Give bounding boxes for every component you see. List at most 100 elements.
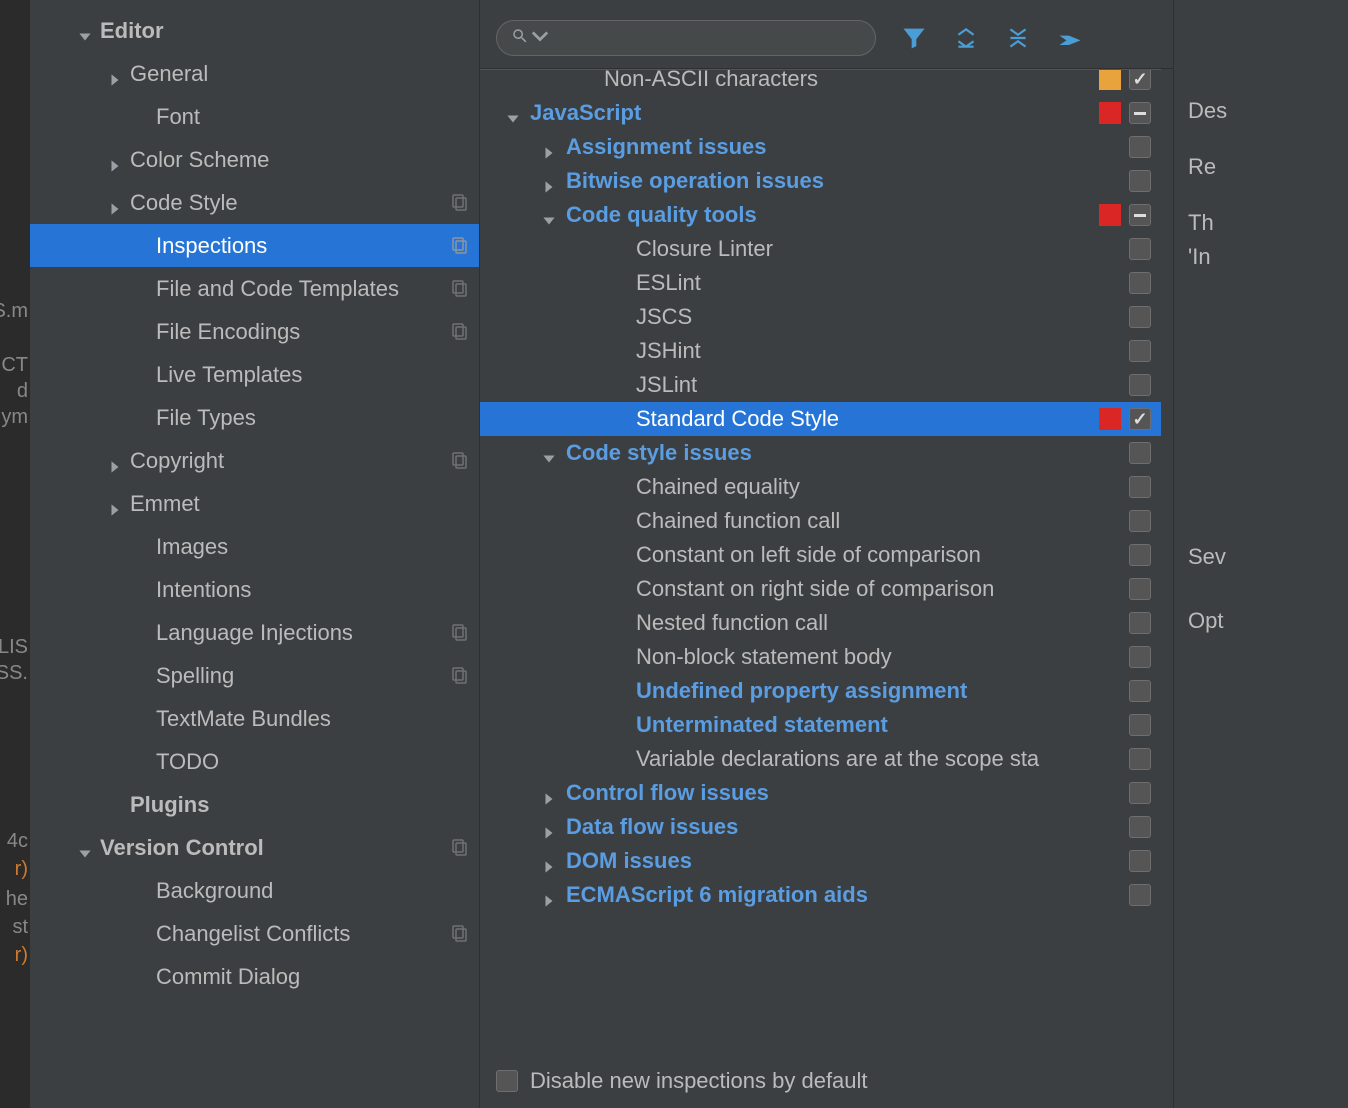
inspection-ecmascript-6-migration-aids[interactable]: ECMAScript 6 migration aids bbox=[480, 878, 1161, 912]
inspection-checkbox[interactable] bbox=[1129, 442, 1151, 464]
right-arrow-icon bbox=[542, 820, 556, 834]
inspection-variable-declarations-are-at-the-scope-sta[interactable]: Variable declarations are at the scope s… bbox=[480, 742, 1161, 776]
inspection-undefined-property-assignment[interactable]: Undefined property assignment bbox=[480, 674, 1161, 708]
inspection-checkbox[interactable] bbox=[1129, 714, 1151, 736]
inspection-javascript[interactable]: JavaScript bbox=[480, 96, 1161, 130]
inspection-checkbox[interactable] bbox=[1129, 408, 1151, 430]
inspection-nested-function-call[interactable]: Nested function call bbox=[480, 606, 1161, 640]
inspection-checkbox[interactable] bbox=[1129, 170, 1151, 192]
inspection-assignment-issues[interactable]: Assignment issues bbox=[480, 130, 1161, 164]
inspection-checkbox[interactable] bbox=[1129, 374, 1151, 396]
inspection-dom-issues[interactable]: DOM issues bbox=[480, 844, 1161, 878]
sidebar-item-label: Background bbox=[156, 878, 469, 904]
chevron-down-icon bbox=[531, 25, 549, 51]
sidebar-item-keymap[interactable]: Keymap bbox=[30, 0, 479, 9]
sidebar-item-file-types[interactable]: File Types bbox=[30, 396, 479, 439]
inspection-jshint[interactable]: JSHint bbox=[480, 334, 1161, 368]
inspection-jslint[interactable]: JSLint bbox=[480, 368, 1161, 402]
inspection-non-ascii-characters[interactable]: Non-ASCII characters bbox=[480, 69, 1161, 96]
sidebar-item-language-injections[interactable]: Language Injections bbox=[30, 611, 479, 654]
inspection-checkbox[interactable] bbox=[1129, 680, 1151, 702]
right-arrow-icon bbox=[542, 140, 556, 154]
copy-icon bbox=[449, 623, 469, 643]
collapse-all-icon[interactable] bbox=[1004, 24, 1032, 52]
inspection-eslint[interactable]: ESLint bbox=[480, 266, 1161, 300]
sidebar-item-file-encodings[interactable]: File Encodings bbox=[30, 310, 479, 353]
expand-all-icon[interactable] bbox=[952, 24, 980, 52]
inspection-code-style-issues[interactable]: Code style issues bbox=[480, 436, 1161, 470]
disable-new-checkbox[interactable] bbox=[496, 1070, 518, 1092]
inspection-bitwise-operation-issues[interactable]: Bitwise operation issues bbox=[480, 164, 1161, 198]
inspection-checkbox[interactable] bbox=[1129, 204, 1151, 226]
sidebar-item-label: File Encodings bbox=[156, 319, 449, 345]
sidebar-item-background[interactable]: Background bbox=[30, 869, 479, 912]
inspection-checkbox[interactable] bbox=[1129, 782, 1151, 804]
inspection-checkbox[interactable] bbox=[1129, 884, 1151, 906]
inspection-constant-on-left-side-of-comparison[interactable]: Constant on left side of comparison bbox=[480, 538, 1161, 572]
inspection-checkbox[interactable] bbox=[1129, 238, 1151, 260]
sidebar-item-general[interactable]: General bbox=[30, 52, 479, 95]
inspection-chained-function-call[interactable]: Chained function call bbox=[480, 504, 1161, 538]
sidebar-item-label: Inspections bbox=[156, 233, 449, 259]
inspection-checkbox[interactable] bbox=[1129, 136, 1151, 158]
inspection-control-flow-issues[interactable]: Control flow issues bbox=[480, 776, 1161, 810]
inspection-unterminated-statement[interactable]: Unterminated statement bbox=[480, 708, 1161, 742]
inspection-checkbox[interactable] bbox=[1129, 69, 1151, 90]
inspection-label: Data flow issues bbox=[566, 814, 1129, 840]
sidebar-item-images[interactable]: Images bbox=[30, 525, 479, 568]
inspection-label: Chained function call bbox=[636, 508, 1129, 534]
filter-icon[interactable] bbox=[900, 24, 928, 52]
inspection-checkbox[interactable] bbox=[1129, 748, 1151, 770]
sidebar-item-label: File Types bbox=[156, 405, 469, 431]
sidebar-item-changelist-conflicts[interactable]: Changelist Conflicts bbox=[30, 912, 479, 955]
inspection-label: Standard Code Style bbox=[636, 406, 1099, 432]
sidebar-item-file-and-code-templates[interactable]: File and Code Templates bbox=[30, 267, 479, 310]
sidebar-item-color-scheme[interactable]: Color Scheme bbox=[30, 138, 479, 181]
inspection-jscs[interactable]: JSCS bbox=[480, 300, 1161, 334]
inspection-constant-on-right-side-of-comparison[interactable]: Constant on right side of comparison bbox=[480, 572, 1161, 606]
sidebar-item-todo[interactable]: TODO bbox=[30, 740, 479, 783]
inspection-data-flow-issues[interactable]: Data flow issues bbox=[480, 810, 1161, 844]
sidebar-item-plugins[interactable]: Plugins bbox=[30, 783, 479, 826]
inspection-checkbox[interactable] bbox=[1129, 102, 1151, 124]
inspection-closure-linter[interactable]: Closure Linter bbox=[480, 232, 1161, 266]
description-text: Sev bbox=[1188, 544, 1226, 570]
inspection-checkbox[interactable] bbox=[1129, 510, 1151, 532]
inspection-label: Nested function call bbox=[636, 610, 1129, 636]
sidebar-item-textmate-bundles[interactable]: TextMate Bundles bbox=[30, 697, 479, 740]
sidebar-item-commit-dialog[interactable]: Commit Dialog bbox=[30, 955, 479, 998]
inspection-checkbox[interactable] bbox=[1129, 578, 1151, 600]
down-arrow-icon bbox=[506, 106, 520, 120]
sidebar-item-editor[interactable]: Editor bbox=[30, 9, 479, 52]
search-input[interactable] bbox=[496, 20, 876, 56]
right-arrow-icon bbox=[542, 888, 556, 902]
sidebar-item-spelling[interactable]: Spelling bbox=[30, 654, 479, 697]
inspection-chained-equality[interactable]: Chained equality bbox=[480, 470, 1161, 504]
inspection-label: Control flow issues bbox=[566, 780, 1129, 806]
inspection-standard-code-style[interactable]: Standard Code Style bbox=[480, 402, 1161, 436]
sidebar-item-code-style[interactable]: Code Style bbox=[30, 181, 479, 224]
inspection-checkbox[interactable] bbox=[1129, 272, 1151, 294]
sidebar-item-font[interactable]: Font bbox=[30, 95, 479, 138]
inspection-label: Chained equality bbox=[636, 474, 1129, 500]
sidebar-item-emmet[interactable]: Emmet bbox=[30, 482, 479, 525]
sidebar-item-inspections[interactable]: Inspections bbox=[30, 224, 479, 267]
inspection-checkbox[interactable] bbox=[1129, 612, 1151, 634]
gutter-text: ym bbox=[1, 406, 28, 429]
sidebar-item-version-control[interactable]: Version Control bbox=[30, 826, 479, 869]
inspection-checkbox[interactable] bbox=[1129, 544, 1151, 566]
copy-icon bbox=[449, 236, 469, 256]
sidebar-item-intentions[interactable]: Intentions bbox=[30, 568, 479, 611]
sidebar-item-live-templates[interactable]: Live Templates bbox=[30, 353, 479, 396]
inspection-non-block-statement-body[interactable]: Non-block statement body bbox=[480, 640, 1161, 674]
inspection-checkbox[interactable] bbox=[1129, 340, 1151, 362]
sidebar-item-copyright[interactable]: Copyright bbox=[30, 439, 479, 482]
inspection-code-quality-tools[interactable]: Code quality tools bbox=[480, 198, 1161, 232]
inspection-checkbox[interactable] bbox=[1129, 476, 1151, 498]
inspection-checkbox[interactable] bbox=[1129, 816, 1151, 838]
inspection-checkbox[interactable] bbox=[1129, 306, 1151, 328]
reset-icon[interactable] bbox=[1056, 24, 1084, 52]
inspection-checkbox[interactable] bbox=[1129, 646, 1151, 668]
inspection-checkbox[interactable] bbox=[1129, 850, 1151, 872]
inspection-label: JSLint bbox=[636, 372, 1129, 398]
